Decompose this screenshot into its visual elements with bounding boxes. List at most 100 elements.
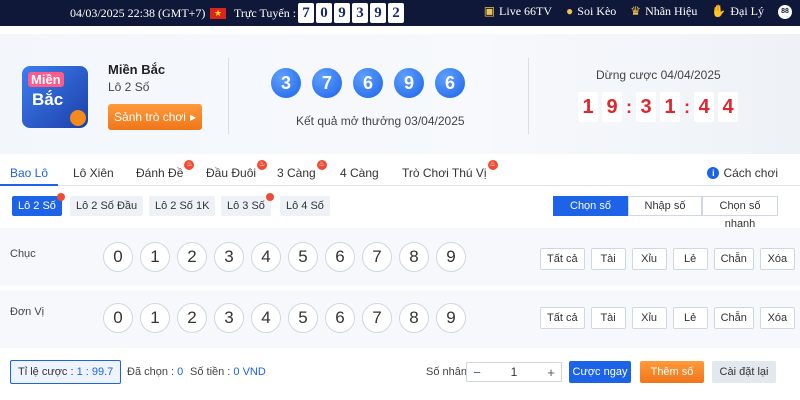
stop-bet-label: Dừng cược 04/04/2025 (596, 68, 721, 82)
number-ball[interactable]: 4 (251, 242, 281, 272)
countdown-separator: : (684, 96, 690, 117)
number-ball[interactable]: 0 (103, 303, 133, 333)
nav-live-66tv[interactable]: ▣ Live 66TV (484, 4, 552, 19)
quick-pick-group: Tất cả Tài Xỉu Lẻ Chẵn Xóa (540, 307, 795, 329)
quick-clear-button[interactable]: Xóa (759, 248, 795, 270)
quick-small-button[interactable]: Xỉu (631, 307, 667, 329)
tab-lo-xien[interactable]: Lô Xiên (73, 166, 114, 180)
how-to-play-label: Cách chơi (723, 166, 778, 180)
subtab-lo-2-so[interactable]: Lô 2 Số (12, 193, 65, 216)
quick-all-button[interactable]: Tất cả (540, 248, 585, 270)
quick-pick-group: Tất cả Tài Xỉu Lẻ Chẵn Xóa (540, 248, 795, 270)
number-ball[interactable]: 6 (325, 303, 355, 333)
bet-now-button[interactable]: Cược ngay (569, 361, 631, 383)
nav-nhan-hieu[interactable]: ♛ Nhãn Hiệu (630, 4, 697, 19)
tab-label: 3 Càng (277, 166, 316, 180)
nav-label: Soi Kèo (577, 4, 617, 18)
result-ball: 7 (312, 68, 342, 98)
online-digit: 0 (316, 3, 332, 23)
amount-label: Số tiền : (190, 366, 231, 378)
logo-text: Bắc (32, 90, 64, 109)
odds-value: 1 : 99.7 (76, 366, 114, 378)
region-subtitle: Lô 2 Số (108, 80, 150, 94)
number-ball[interactable]: 1 (140, 303, 170, 333)
tab-bao-lo[interactable]: Bao Lô (10, 166, 48, 180)
multiplier-stepper: − 1 + (466, 362, 562, 382)
tab-label: Trò Chơi Thú Vị (402, 166, 487, 180)
countdown-separator: : (626, 96, 632, 117)
number-ball[interactable]: 2 (177, 303, 207, 333)
selected-label: Đã chọn : (127, 366, 175, 378)
quick-big-button[interactable]: Tài (590, 248, 626, 270)
subtab-lo-2-so-dau[interactable]: Lô 2 Số Đầu (70, 196, 144, 216)
number-ball[interactable]: 7 (362, 303, 392, 333)
tab-3-cang[interactable]: 3 Càng ♨ (277, 160, 327, 180)
info-icon: i (707, 167, 720, 179)
subtab-lo-3-so[interactable]: Lô 3 Số (221, 193, 274, 216)
number-ball[interactable]: 1 (140, 242, 170, 272)
tab-dau-duoi[interactable]: Đầu Đuôi ♨ (206, 160, 268, 180)
quick-clear-button[interactable]: Xóa (759, 307, 795, 329)
reset-button[interactable]: Cài đặt lại (712, 361, 776, 383)
hot-icon: ♨ (487, 160, 498, 170)
how-to-play-link[interactable]: i Cách chơi (707, 166, 778, 180)
tab-label: Đầu Đuôi (206, 166, 257, 180)
number-row-units: Đơn Vị 0 1 2 3 4 5 6 7 8 9 Tất cả Tài Xỉ… (0, 290, 800, 348)
nav-label: Live 66TV (499, 4, 553, 18)
mode-quick-choose[interactable]: Chọn số nhanh (702, 196, 778, 230)
top-nav: ▣ Live 66TV ● Soi Kèo ♛ Nhãn Hiệu ✋ Đại Lý 8… (484, 4, 792, 19)
subtab-lo-4-so[interactable]: Lô 4 Số (280, 196, 330, 216)
multiplier-input[interactable]: 1 (487, 365, 541, 379)
minus-icon[interactable]: − (467, 365, 487, 380)
number-ball[interactable]: 4 (251, 303, 281, 333)
mode-enter-number[interactable]: Nhập số (628, 196, 702, 216)
number-ball[interactable]: 5 (288, 242, 318, 272)
odds-label: Tỉ lệ cược : (18, 366, 74, 378)
quick-all-button[interactable]: Tất cả (540, 307, 585, 329)
quick-odd-button[interactable]: Lẻ (672, 248, 708, 270)
odds-badge: Tỉ lệ cược : 1 : 99.7 (10, 360, 122, 384)
hot-icon: ♨ (184, 160, 195, 170)
tab-tro-choi-thu-vi[interactable]: Trò Chơi Thú Vị ♨ (402, 160, 498, 180)
quick-big-button[interactable]: Tài (590, 307, 626, 329)
online-digit: 9 (334, 3, 350, 23)
online-digit: 2 (388, 3, 404, 23)
online-digit: 7 (298, 3, 314, 23)
number-ball[interactable]: 3 (214, 303, 244, 333)
row-label: Đơn Vị (10, 306, 45, 318)
number-ball[interactable]: 6 (325, 242, 355, 272)
result-ball: 6 (353, 68, 383, 98)
add-number-button[interactable]: Thêm số (640, 361, 704, 383)
number-ball[interactable]: 3 (214, 242, 244, 272)
hot-icon (265, 193, 274, 201)
region-title: Miền Bắc (108, 62, 166, 77)
quick-small-button[interactable]: Xỉu (631, 248, 667, 270)
quick-even-button[interactable]: Chẵn (713, 307, 754, 329)
plus-icon[interactable]: + (541, 365, 561, 380)
number-ball[interactable]: 9 (436, 242, 466, 272)
bet-footer: Tỉ lệ cược : 1 : 99.7 Đã chọn : 0 Số tiề… (0, 352, 800, 400)
number-ball[interactable]: 9 (436, 303, 466, 333)
number-ball[interactable]: 8 (399, 303, 429, 333)
number-ball[interactable]: 5 (288, 303, 318, 333)
top-bar: 04/03/2025 22:38 (GMT+7) ★ Trực Tuyến : … (0, 0, 800, 26)
number-ball[interactable]: 8 (399, 242, 429, 272)
avatar[interactable]: 88 (778, 4, 792, 19)
play-arrow-icon: ▸ (189, 110, 196, 124)
countdown-digit: 1 (660, 92, 680, 122)
quick-odd-button[interactable]: Lẻ (672, 307, 708, 329)
nav-dai-ly[interactable]: ✋ Đại Lý (711, 4, 764, 19)
tab-4-cang[interactable]: 4 Càng (340, 166, 379, 180)
number-ball[interactable]: 2 (177, 242, 207, 272)
number-ball[interactable]: 7 (362, 242, 392, 272)
row-label: Chục (10, 248, 36, 260)
logo-text: Miền (28, 72, 64, 87)
game-lobby-button[interactable]: Sảnh trò chơi ▸ (108, 104, 202, 130)
mode-choose-number[interactable]: Chọn số (553, 196, 628, 216)
number-ball[interactable]: 0 (103, 242, 133, 272)
quick-even-button[interactable]: Chẵn (713, 248, 754, 270)
subtab-lo-2-so-1k[interactable]: Lô 2 Số 1K (149, 196, 216, 216)
nav-soi-keo[interactable]: ● Soi Kèo (566, 4, 616, 19)
tab-danh-de[interactable]: Đánh Đề ♨ (136, 160, 195, 180)
result-ball: 9 (394, 68, 424, 98)
